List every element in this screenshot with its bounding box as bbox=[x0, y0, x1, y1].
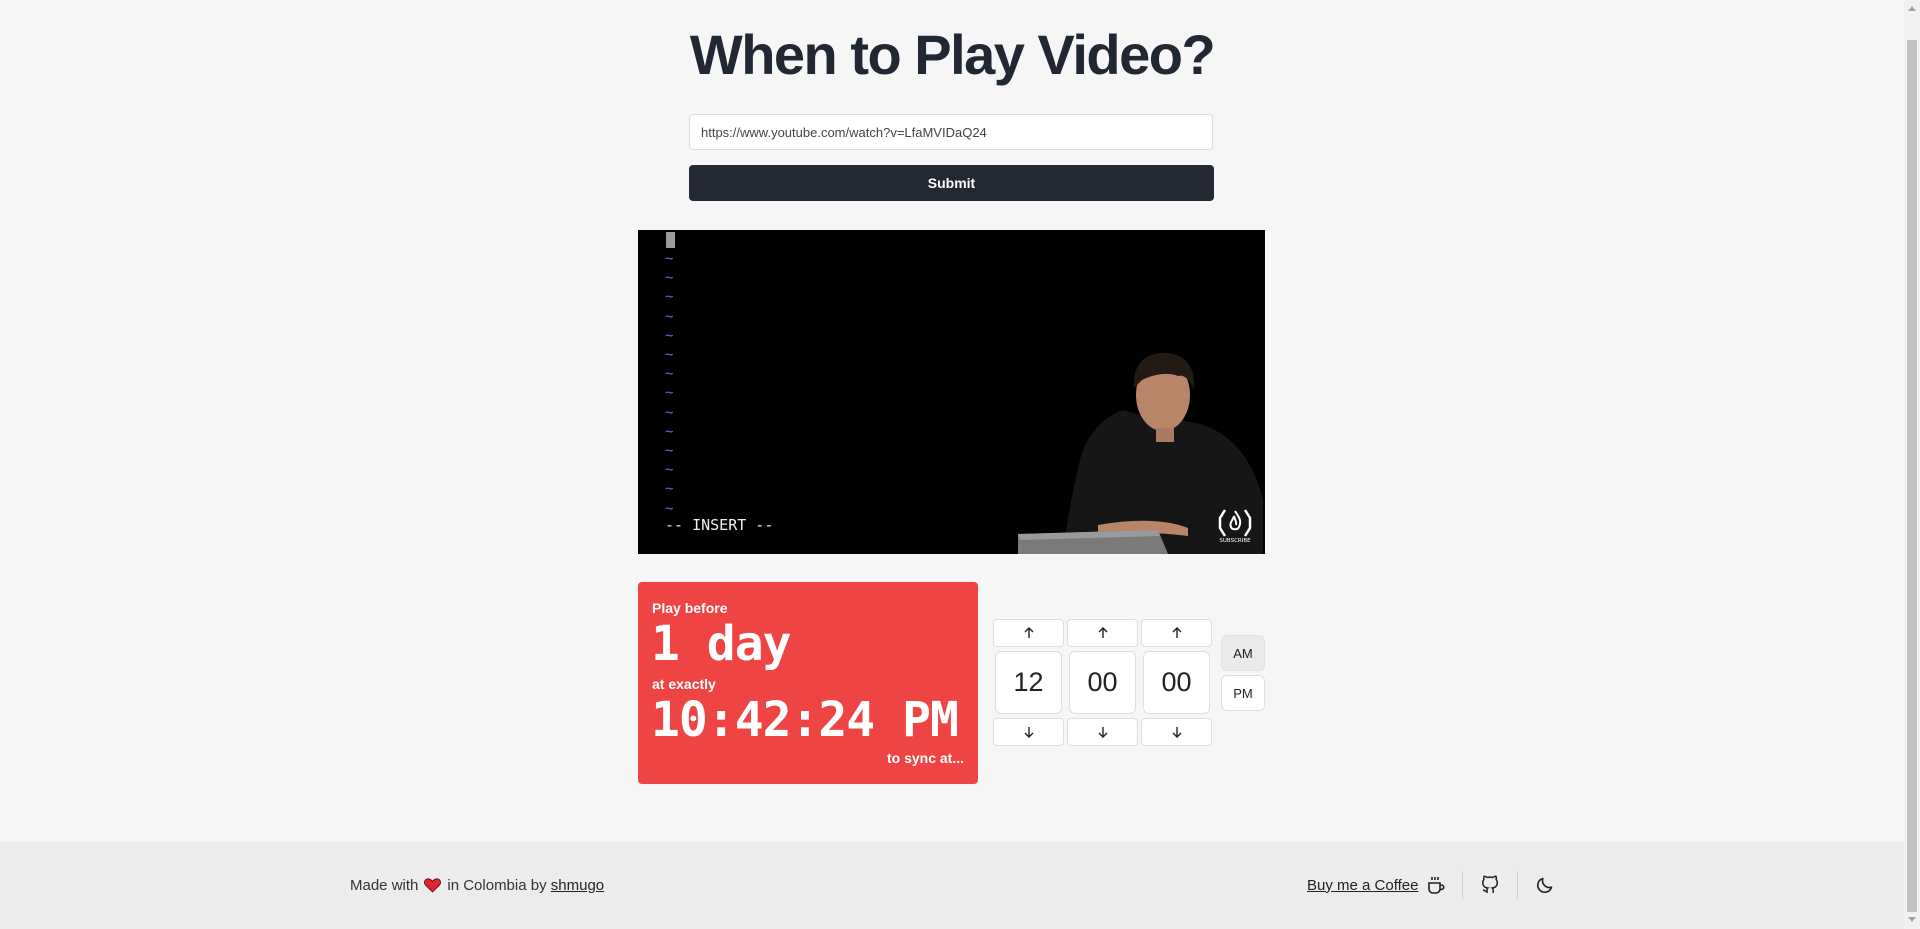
countdown-time: 10:42:24 PM bbox=[651, 692, 959, 748]
made-with-text: Made with bbox=[350, 877, 419, 894]
github-icon bbox=[1482, 875, 1499, 893]
seconds-value[interactable]: 00 bbox=[1143, 651, 1210, 714]
pm-button[interactable]: PM bbox=[1221, 675, 1265, 711]
terminal-cursor bbox=[666, 232, 675, 248]
subscribe-logo-icon: SUBSCRIBE bbox=[1218, 509, 1252, 544]
at-exactly-label: at exactly bbox=[652, 676, 716, 692]
hours-down-button[interactable] bbox=[993, 718, 1064, 746]
scroll-down-icon[interactable] bbox=[1908, 917, 1916, 922]
seconds-up-button[interactable] bbox=[1141, 619, 1212, 647]
buy-coffee-link[interactable]: Buy me a Coffee bbox=[1307, 875, 1446, 895]
arrow-up-icon bbox=[1024, 627, 1033, 638]
moon-icon bbox=[1537, 877, 1553, 893]
arrow-up-icon bbox=[1172, 627, 1181, 638]
github-link[interactable] bbox=[1479, 874, 1501, 896]
sync-at-label: to sync at... bbox=[886, 750, 964, 766]
arrow-down-icon bbox=[1172, 727, 1181, 738]
in-colombia-text: in Colombia by bbox=[447, 877, 547, 894]
hours-up-button[interactable] bbox=[993, 619, 1064, 647]
arrow-down-icon bbox=[1098, 727, 1107, 738]
am-button[interactable]: AM bbox=[1221, 635, 1265, 671]
footer-credit: Made with in Colombia by shmugo bbox=[350, 877, 604, 894]
minutes-down-button[interactable] bbox=[1067, 718, 1138, 746]
video-player[interactable]: ~ ~ ~ ~ ~ ~ ~ ~ ~ ~ ~ ~ ~ ~ -- INSERT --… bbox=[638, 230, 1265, 554]
insert-mode-label: -- INSERT -- bbox=[665, 516, 774, 534]
video-url-input[interactable] bbox=[689, 114, 1213, 150]
footer: Made with in Colombia by shmugo Buy me a… bbox=[0, 842, 1904, 929]
arrow-up-icon bbox=[1098, 627, 1107, 638]
subscribe-logo-text: SUBSCRIBE bbox=[1219, 538, 1251, 544]
countdown-days: 1 day bbox=[651, 616, 791, 672]
hours-value[interactable]: 12 bbox=[995, 651, 1062, 714]
heart-icon bbox=[424, 878, 442, 893]
arrow-down-icon bbox=[1024, 727, 1033, 738]
play-before-label: Play before bbox=[652, 600, 728, 616]
scroll-up-icon[interactable] bbox=[1908, 6, 1916, 11]
page-scrollbar[interactable] bbox=[1904, 0, 1920, 929]
footer-actions: Buy me a Coffee bbox=[1307, 869, 1556, 901]
scroll-thumb[interactable] bbox=[1907, 40, 1917, 912]
minutes-value[interactable]: 00 bbox=[1069, 651, 1136, 714]
footer-divider bbox=[1462, 871, 1464, 899]
author-link[interactable]: shmugo bbox=[551, 877, 604, 894]
theme-toggle-button[interactable] bbox=[1534, 874, 1556, 896]
footer-divider bbox=[1517, 871, 1519, 899]
buy-coffee-label: Buy me a Coffee bbox=[1307, 876, 1419, 894]
page-title: When to Play Video? bbox=[689, 23, 1216, 86]
editor-empty-lines: ~ ~ ~ ~ ~ ~ ~ ~ ~ ~ ~ ~ ~ ~ bbox=[665, 251, 674, 517]
page: When to Play Video? Submit ~ ~ ~ ~ ~ ~ ~… bbox=[0, 0, 1904, 929]
coffee-icon bbox=[1428, 877, 1445, 894]
minutes-up-button[interactable] bbox=[1067, 619, 1138, 647]
seconds-down-button[interactable] bbox=[1141, 718, 1212, 746]
countdown-card: Play before 1 day at exactly 10:42:24 PM… bbox=[638, 582, 978, 784]
submit-button[interactable]: Submit bbox=[689, 165, 1214, 201]
